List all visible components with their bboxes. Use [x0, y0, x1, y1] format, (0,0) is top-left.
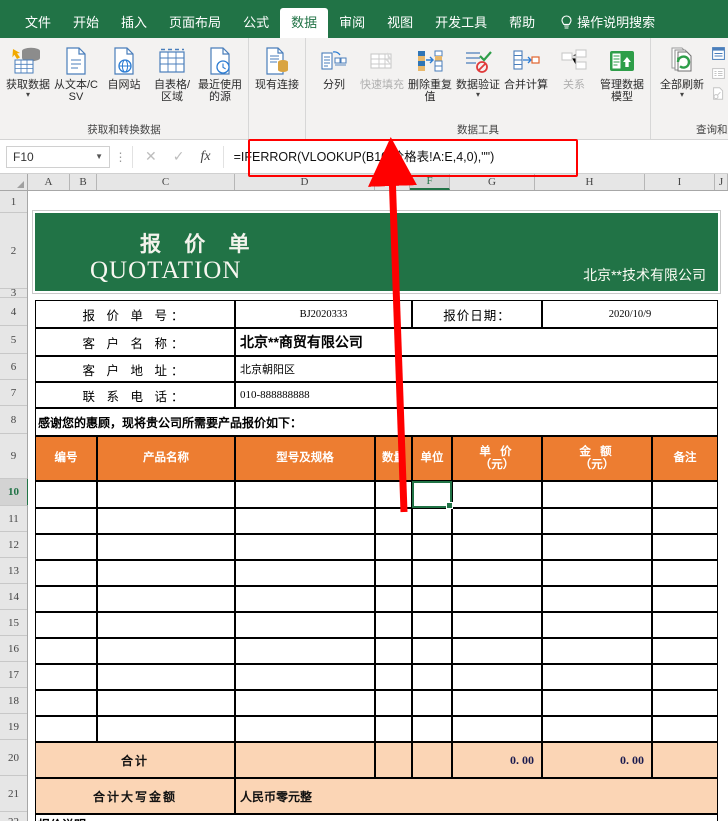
excel-window: 文件 开始 插入 页面布局 公式 数据 审阅 视图 开发工具 帮助 操作说明搜索 [0, 0, 728, 821]
pointer-arrow [368, 137, 417, 513]
